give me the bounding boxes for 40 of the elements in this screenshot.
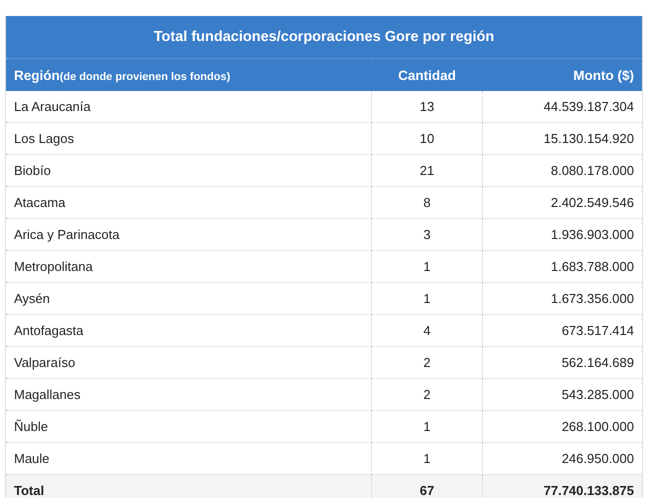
table-cell: Aysén	[6, 282, 372, 314]
total-cell: 67	[372, 474, 482, 498]
total-cell: Total	[6, 474, 372, 498]
table-cell: Atacama	[6, 186, 372, 218]
table-cell: 1	[372, 282, 482, 314]
table-cell: Arica y Parinacota	[6, 218, 372, 250]
table-cell: 3	[372, 218, 482, 250]
table-cell: 543.285.000	[482, 378, 642, 410]
table-cell: Antofagasta	[6, 314, 372, 346]
column-header: Cantidad	[372, 58, 482, 91]
table-cell: 15.130.154.920	[482, 122, 642, 154]
table-cell: 1.673.356.000	[482, 282, 642, 314]
table-cell: 2.402.549.546	[482, 186, 642, 218]
table-cell: Los Lagos	[6, 122, 372, 154]
table-cell: 8.080.178.000	[482, 154, 642, 186]
column-header: Región(de donde provienen los fondos)	[6, 58, 372, 91]
table-cell: Metropolitana	[6, 250, 372, 282]
table-cell: 562.164.689	[482, 346, 642, 378]
table-cell: 1	[372, 410, 482, 442]
table-cell: 268.100.000	[482, 410, 642, 442]
table-cell: 1	[372, 250, 482, 282]
table-cell: 44.539.187.304	[482, 91, 642, 122]
table-cell: La Araucanía	[6, 91, 372, 122]
table-cell: Biobío	[6, 154, 372, 186]
table-cell: 673.517.414	[482, 314, 642, 346]
table-cell: 2	[372, 378, 482, 410]
table-cell: 8	[372, 186, 482, 218]
total-cell: 77.740.133.875	[482, 474, 642, 498]
table-cell: 1.683.788.000	[482, 250, 642, 282]
table-cell: Valparaíso	[6, 346, 372, 378]
table-cell: 1.936.903.000	[482, 218, 642, 250]
table-cell: Ñuble	[6, 410, 372, 442]
table-cell: 13	[372, 91, 482, 122]
table-cell: 21	[372, 154, 482, 186]
table-cell: 2	[372, 346, 482, 378]
table-cell: 10	[372, 122, 482, 154]
table-cell: Magallanes	[6, 378, 372, 410]
table-title: Total fundaciones/corporaciones Gore por región	[6, 16, 642, 58]
column-header: Monto ($)	[482, 58, 642, 91]
table-cell: 4	[372, 314, 482, 346]
